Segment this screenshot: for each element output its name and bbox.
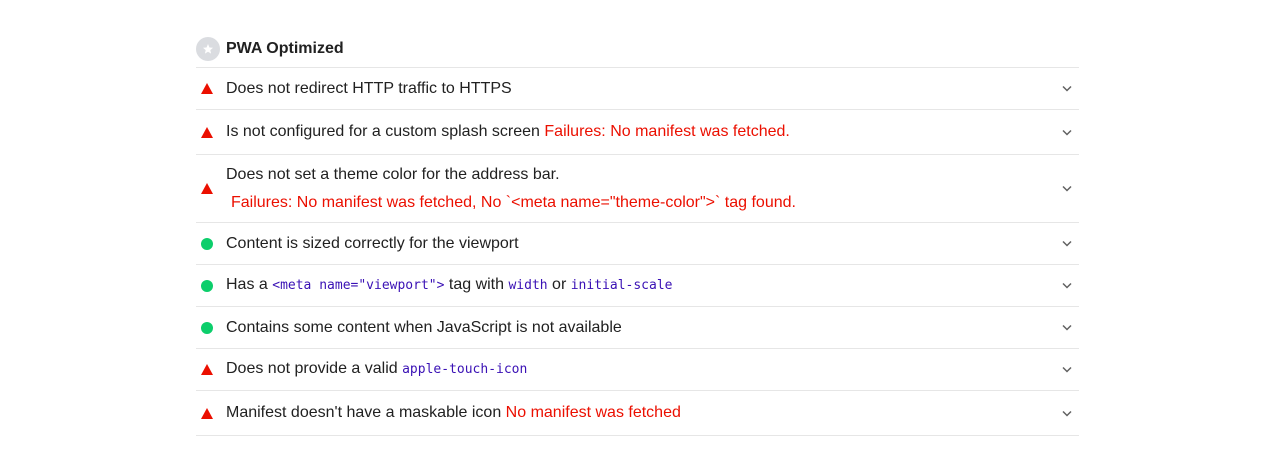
audit-title: Has a <meta name="viewport"> tag with wi… — [226, 276, 673, 293]
audit-https-redirect[interactable]: Does not redirect HTTP traffic to HTTPS — [196, 68, 1079, 110]
audit-splash-screen[interactable]: Is not configured for a custom splash sc… — [196, 110, 1079, 155]
audit-title: Does not redirect HTTP traffic to HTTPS — [226, 79, 512, 97]
chevron-down-icon[interactable] — [1057, 122, 1077, 142]
chevron-down-icon[interactable] — [1057, 403, 1077, 423]
section-title: PWA Optimized — [226, 39, 344, 57]
audit-theme-color[interactable]: Does not set a theme color for the addre… — [196, 155, 1079, 223]
pass-circle-icon — [196, 237, 226, 250]
fail-triangle-icon — [196, 407, 226, 419]
audit-title: Content is sized correctly for the viewp… — [226, 234, 519, 252]
audit-title: Is not configured for a custom splash sc… — [226, 123, 790, 140]
chevron-down-icon[interactable] — [1057, 276, 1077, 296]
chevron-down-icon[interactable] — [1057, 179, 1077, 199]
chevron-down-icon[interactable] — [1057, 318, 1077, 338]
audit-title: Contains some content when JavaScript is… — [226, 318, 622, 336]
pwa-optimized-section: PWA Optimized Does not redirect HTTP tra… — [196, 30, 1079, 436]
audit-apple-touch-icon[interactable]: Does not provide a valid apple-touch-ico… — [196, 349, 1079, 391]
code-snippet: <meta name="viewport"> — [272, 278, 445, 293]
fail-triangle-icon — [196, 83, 226, 94]
audit-title: Does not provide a valid apple-touch-ico… — [226, 360, 528, 377]
audit-maskable-icon[interactable]: Manifest doesn't have a maskable icon No… — [196, 391, 1079, 436]
pass-circle-icon — [196, 279, 226, 292]
code-snippet: width — [508, 278, 548, 293]
audit-title-line: Does not set a theme color for the addre… — [226, 165, 560, 183]
failure-text: Failures: No manifest was fetched, No `<… — [231, 193, 796, 211]
audit-title: Manifest doesn't have a maskable icon No… — [226, 404, 681, 421]
failure-text: Failures: No manifest was fetched. — [544, 123, 790, 140]
audit-viewport[interactable]: Has a <meta name="viewport"> tag with wi… — [196, 265, 1079, 307]
failure-text: No manifest was fetched — [505, 404, 681, 421]
fail-triangle-icon — [196, 183, 226, 194]
chevron-down-icon[interactable] — [1057, 360, 1077, 380]
audit-title: Does not set a theme color for the addre… — [226, 165, 1057, 213]
code-snippet: apple-touch-icon — [402, 362, 528, 377]
audit-content-width[interactable]: Content is sized correctly for the viewp… — [196, 223, 1079, 265]
section-header: PWA Optimized — [196, 30, 1079, 68]
star-icon — [196, 36, 220, 61]
code-snippet: initial-scale — [570, 278, 673, 293]
pass-circle-icon — [196, 321, 226, 334]
chevron-down-icon[interactable] — [1057, 234, 1077, 254]
audit-without-javascript[interactable]: Contains some content when JavaScript is… — [196, 307, 1079, 349]
fail-triangle-icon — [196, 126, 226, 138]
fail-triangle-icon — [196, 364, 226, 375]
chevron-down-icon[interactable] — [1057, 79, 1077, 99]
